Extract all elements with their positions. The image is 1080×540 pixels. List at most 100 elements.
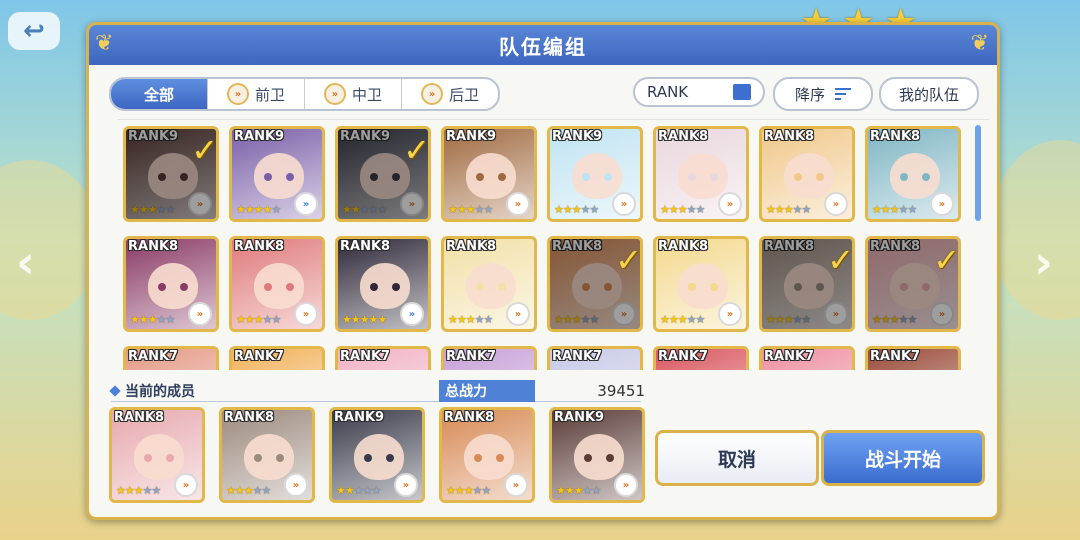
position-icon: » [718, 302, 742, 326]
tab-midguard[interactable]: » 中卫 [305, 79, 402, 109]
roster-character-card[interactable]: RANK7 [759, 346, 855, 370]
roster-character-card[interactable]: RANK8 ★★★★★ » [123, 236, 219, 332]
rank-label: RANK8 [128, 239, 179, 254]
roster-character-card[interactable]: RANK7 [335, 346, 431, 370]
team-member-card[interactable]: RANK9 ★★★★★ » [549, 407, 645, 503]
position-icon: » [400, 302, 424, 326]
roster-character-card[interactable]: RANK8 ★★★★★» ✓ [759, 236, 855, 332]
roster-character-card[interactable]: RANK9 ★★★★★ » [229, 126, 325, 222]
my-team-button[interactable]: 我的队伍 [879, 77, 979, 111]
roster-character-card[interactable]: RANK8 ★★★★★» ✓ [547, 236, 643, 332]
rank-label: RANK8 [658, 239, 709, 254]
roster-character-card[interactable]: RANK7 [441, 346, 537, 370]
sort-descending-icon [835, 88, 851, 100]
rank-label: RANK8 [446, 239, 497, 254]
roster-character-card[interactable]: RANK7 [123, 346, 219, 370]
rank-label: RANK7 [658, 349, 709, 364]
position-icon: » [930, 192, 954, 216]
total-power-value: 39451 [597, 382, 645, 400]
position-icon: » [614, 473, 638, 497]
character-eyes [474, 454, 504, 462]
tab-vanguard-label: 前卫 [254, 85, 285, 104]
roster-character-card[interactable]: RANK8 ★★★★★ » [653, 236, 749, 332]
rank-label: RANK8 [444, 410, 495, 425]
character-eyes [264, 173, 294, 181]
roster-character-card[interactable]: RANK8 ★★★★★ » [441, 236, 537, 332]
cancel-button[interactable]: 取消 [655, 430, 819, 486]
roster-character-card[interactable]: RANK9 ★★★★★ » [441, 126, 537, 222]
sort-select-icon [733, 84, 751, 100]
rank-label: RANK9 [234, 129, 285, 144]
team-member-card[interactable]: RANK8 ★★★★★ » [109, 407, 205, 503]
star-rating: ★★★★★ [448, 203, 493, 216]
roster-character-card[interactable]: RANK8 ★★★★★» ✓ [865, 236, 961, 332]
character-roster-grid: RANK9 ★★★★★» ✓ RANK9 ★★★★★» RANK9 ★★★★★» ✓ RANK9… [117, 119, 989, 370]
team-member-card[interactable]: RANK8 ★★★★★ » [439, 407, 535, 503]
star-rating: ★★★★★ [448, 313, 493, 326]
position-icon: » [394, 473, 418, 497]
start-battle-button[interactable]: 战斗开始 [821, 430, 985, 486]
character-eyes [364, 454, 394, 462]
roster-character-card[interactable]: RANK9 ★★★★★» ✓ [335, 126, 431, 222]
character-eyes [688, 283, 718, 291]
back-button[interactable]: ↩ [8, 12, 60, 50]
roster-scrollbar[interactable] [975, 125, 981, 221]
tab-rearguard[interactable]: » 后卫 [402, 79, 498, 109]
star-rating: ★★★★★ [130, 313, 175, 326]
chevron-left-icon: ‹ [16, 235, 35, 289]
position-icon: » [188, 302, 212, 326]
roster-character-card[interactable]: RANK7 [653, 346, 749, 370]
team-member-card[interactable]: RANK9 ★★★★★ » [329, 407, 425, 503]
star-rating: ★★★★★ [236, 203, 281, 216]
checkmark-icon: ✓ [191, 131, 218, 169]
position-icon: » [506, 302, 530, 326]
checkmark-icon: ✓ [827, 241, 854, 279]
midguard-position-icon: » [323, 83, 346, 105]
chevron-right-icon: › [1034, 235, 1053, 289]
background-decoration [990, 140, 1080, 320]
total-power-label: 总战力 [439, 380, 535, 402]
roster-character-card[interactable]: RANK8 ★★★★★ » [865, 126, 961, 222]
roster-character-card[interactable]: RANK8 ★★★★★ » [759, 126, 855, 222]
roster-character-card[interactable]: RANK8 ★★★★★ » [229, 236, 325, 332]
position-icon: » [294, 302, 318, 326]
character-eyes [584, 454, 614, 462]
team-member-card[interactable]: RANK8 ★★★★★ » [219, 407, 315, 503]
tab-rearguard-label: 后卫 [448, 85, 479, 104]
character-eyes [144, 454, 174, 462]
character-eyes [688, 173, 718, 181]
roster-character-card[interactable]: RANK7 [229, 346, 325, 370]
roster-character-card[interactable]: RANK9 ★★★★★ » [547, 126, 643, 222]
star-rating: ★★★★★ [872, 203, 917, 216]
character-eyes [476, 283, 506, 291]
roster-character-card[interactable]: RANK9 ★★★★★» ✓ [123, 126, 219, 222]
star-rating: ★★★★★ [660, 203, 705, 216]
roster-character-card[interactable]: RANK7 [547, 346, 643, 370]
roster-character-card[interactable]: RANK7 [865, 346, 961, 370]
star-rating: ★★★★★ [336, 484, 381, 497]
tab-all[interactable]: 全部 [111, 79, 208, 109]
sort-key-button[interactable]: RANK [633, 77, 765, 107]
checkmark-icon: ✓ [933, 241, 960, 279]
rank-label: RANK9 [446, 129, 497, 144]
character-eyes [158, 283, 188, 291]
star-rating: ★★★★★ [226, 484, 271, 497]
star-rating: ★★★★★ [342, 313, 387, 326]
tab-all-label: 全部 [143, 85, 174, 104]
rank-label: RANK8 [870, 129, 921, 144]
position-icon: » [294, 192, 318, 216]
star-rating: ★★★★★ [116, 484, 161, 497]
background-decoration [0, 160, 100, 320]
dialog-title: 队伍编组 [499, 34, 587, 59]
rank-label: RANK8 [340, 239, 391, 254]
tab-midguard-label: 中卫 [351, 85, 382, 104]
checkmark-icon: ✓ [615, 241, 642, 279]
position-icon: » [612, 192, 636, 216]
tab-vanguard[interactable]: » 前卫 [208, 79, 305, 109]
star-rating: ★★★★★ [236, 313, 281, 326]
star-rating: ★★★★★ [556, 484, 601, 497]
roster-character-card[interactable]: RANK8 ★★★★★ » [653, 126, 749, 222]
roster-character-card[interactable]: RANK8 ★★★★★ » [335, 236, 431, 332]
sort-order-button[interactable]: 降序 [773, 77, 873, 111]
position-icon: » [284, 473, 308, 497]
